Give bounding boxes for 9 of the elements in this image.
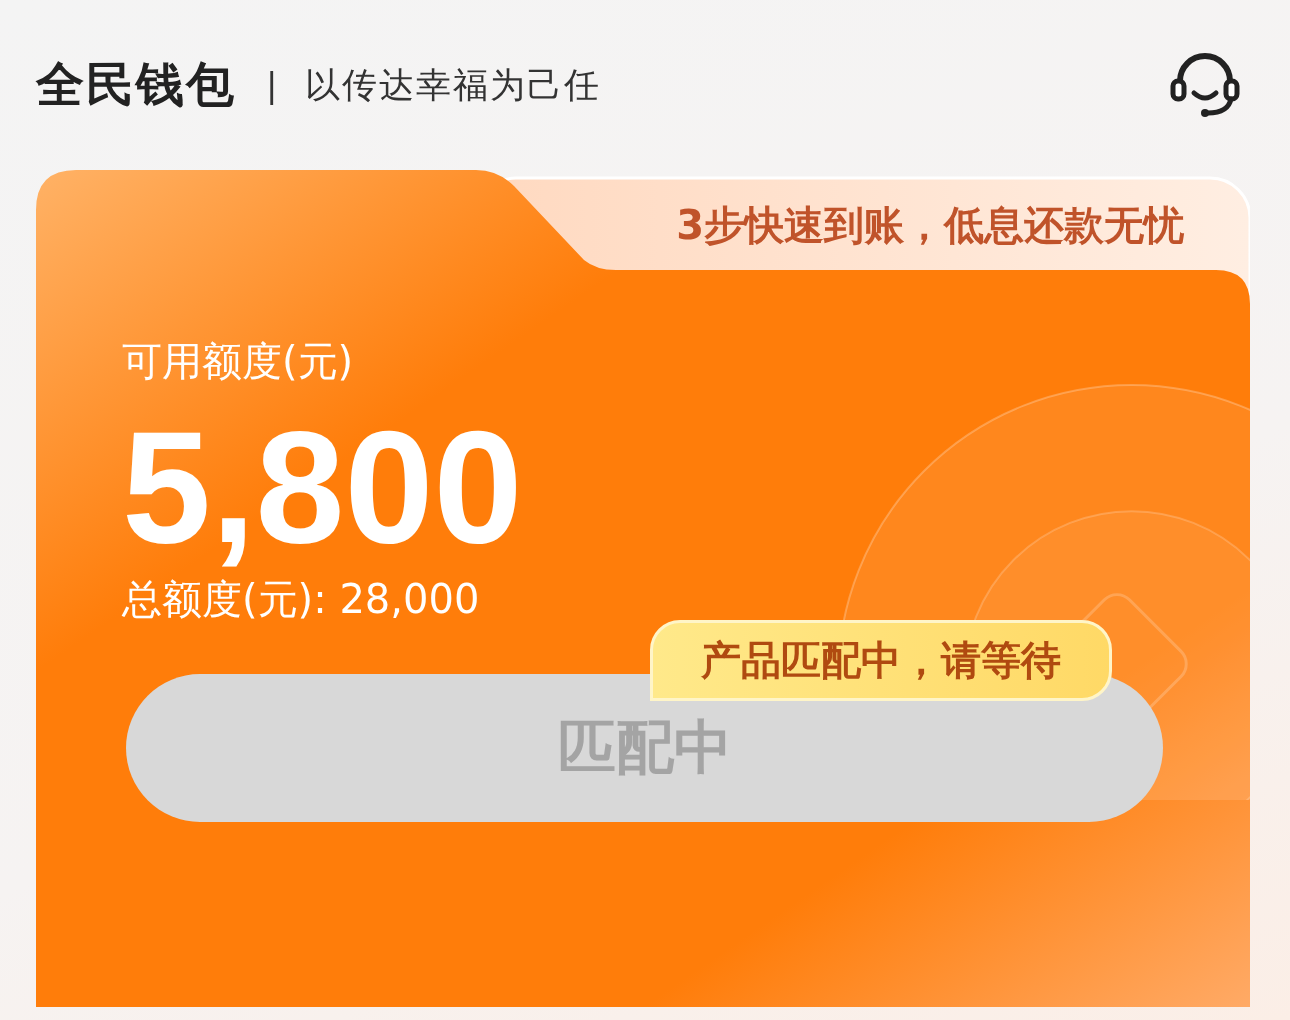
customer-service-icon[interactable]	[1170, 53, 1240, 117]
total-limit-text: 总额度(元): 28,000	[122, 575, 480, 624]
header-divider: |	[266, 65, 278, 105]
available-limit-amount: 5,800	[122, 402, 523, 572]
promo-banner-text: 3步快速到账，低息还款无忧	[676, 200, 1184, 250]
status-badge: 产品匹配中，请等待	[650, 620, 1112, 701]
app-logo: 全民钱包	[36, 55, 236, 114]
available-limit-label: 可用额度(元)	[122, 337, 354, 386]
slogan: 以传达幸福为己任	[305, 63, 602, 107]
